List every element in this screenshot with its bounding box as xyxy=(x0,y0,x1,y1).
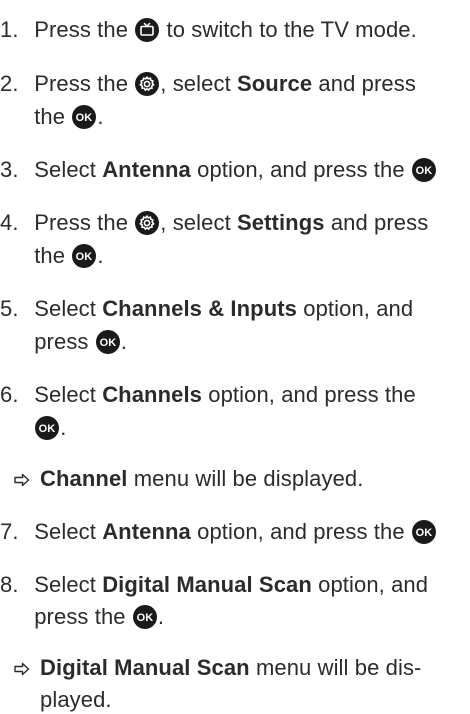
step-8-line-1: 8. Select Digital Manual Scan option, an… xyxy=(0,571,428,599)
step-8-line-2: press the . xyxy=(0,603,164,631)
step-text: the xyxy=(34,104,66,129)
result-keyword: Digital Manual Scan xyxy=(40,655,250,680)
ok-button-icon xyxy=(412,520,436,544)
result-text: played. xyxy=(40,687,112,712)
right-arrow-icon xyxy=(14,465,40,493)
step-text: Select xyxy=(34,382,96,407)
step-text: . xyxy=(120,329,127,354)
result-keyword: Channel xyxy=(40,466,128,491)
step-6-line-1: 6. Select Channels option, and press the xyxy=(0,381,416,409)
gear-icon xyxy=(135,72,159,96)
result-2-line-1: Digital Manual Scan menu will be dis- xyxy=(14,654,421,682)
step-keyword: Antenna xyxy=(102,519,191,544)
step-text: . xyxy=(97,243,104,268)
ok-button-icon xyxy=(412,158,436,182)
step-4-line-1: 4. Press the , select Settings and press xyxy=(0,209,428,237)
step-text: . xyxy=(97,104,104,129)
step-5-line-1: 5. Select Channels & Inputs option, and xyxy=(0,295,413,323)
step-text: and press xyxy=(318,71,416,96)
result-text: menu will be dis- xyxy=(255,655,422,680)
step-text: to switch to the TV mode. xyxy=(166,17,417,42)
result-2-line-2: played. xyxy=(40,686,112,714)
step-number: 6. xyxy=(0,382,19,407)
step-text: the xyxy=(34,243,66,268)
ok-button-icon xyxy=(35,416,59,440)
tv-icon xyxy=(135,18,159,42)
step-text: and press xyxy=(330,210,429,235)
step-text: option, and press the xyxy=(197,157,405,182)
ok-button-icon xyxy=(96,330,120,354)
step-text: press xyxy=(34,329,89,354)
step-number: 5. xyxy=(0,296,19,321)
step-text: Press the xyxy=(34,17,129,42)
step-text: Select xyxy=(34,572,96,597)
step-3-line-1: 3. Select Antenna option, and press the xyxy=(0,156,437,184)
right-arrow-icon xyxy=(14,654,40,682)
step-1-line-1: 1. Press the to switch to the TV mode. xyxy=(0,16,417,44)
step-text: Select xyxy=(34,296,96,321)
step-keyword: Channels & Inputs xyxy=(102,296,298,321)
step-2-line-2: the . xyxy=(0,103,104,131)
step-6-line-2: . xyxy=(0,414,66,442)
step-text: option, and xyxy=(303,296,414,321)
step-number: 1. xyxy=(0,17,19,42)
step-text: Select xyxy=(34,519,96,544)
step-text: Press the xyxy=(34,210,129,235)
gear-icon xyxy=(135,211,159,235)
step-2-line-1: 2. Press the , select Source and press xyxy=(0,70,416,98)
step-keyword: Channels xyxy=(102,382,203,407)
step-text: press the xyxy=(34,604,126,629)
step-keyword: Source xyxy=(237,71,313,96)
step-text: . xyxy=(157,604,165,629)
ok-button-icon xyxy=(72,105,96,129)
step-keyword: Antenna xyxy=(102,157,191,182)
result-1-line-1: Channel menu will be displayed. xyxy=(14,465,363,493)
step-number: 7. xyxy=(0,519,19,544)
ok-button-icon xyxy=(72,244,96,268)
step-number: 8. xyxy=(0,572,19,597)
step-text: Select xyxy=(34,157,96,182)
step-number: 2. xyxy=(0,71,19,96)
step-5-line-2: press . xyxy=(0,328,127,356)
result-text: menu will be displayed. xyxy=(133,466,364,491)
step-text: . xyxy=(60,415,67,440)
step-text: , select xyxy=(160,71,231,96)
step-4-line-2: the . xyxy=(0,242,104,270)
step-text: option, and xyxy=(318,572,429,597)
ok-button-icon xyxy=(133,605,157,629)
step-text: , select xyxy=(160,210,231,235)
step-number: 3. xyxy=(0,157,19,182)
step-number: 4. xyxy=(0,210,19,235)
step-text: option, and press the xyxy=(208,382,416,407)
instructions-document: 1. Press the to switch to the TV mode. 2… xyxy=(0,0,470,712)
step-keyword: Digital Manual Scan xyxy=(102,572,312,597)
step-keyword: Settings xyxy=(237,210,325,235)
step-7-line-1: 7. Select Antenna option, and press the xyxy=(0,518,437,546)
step-text: option, and press the xyxy=(197,519,405,544)
step-text: Press the xyxy=(34,71,129,96)
